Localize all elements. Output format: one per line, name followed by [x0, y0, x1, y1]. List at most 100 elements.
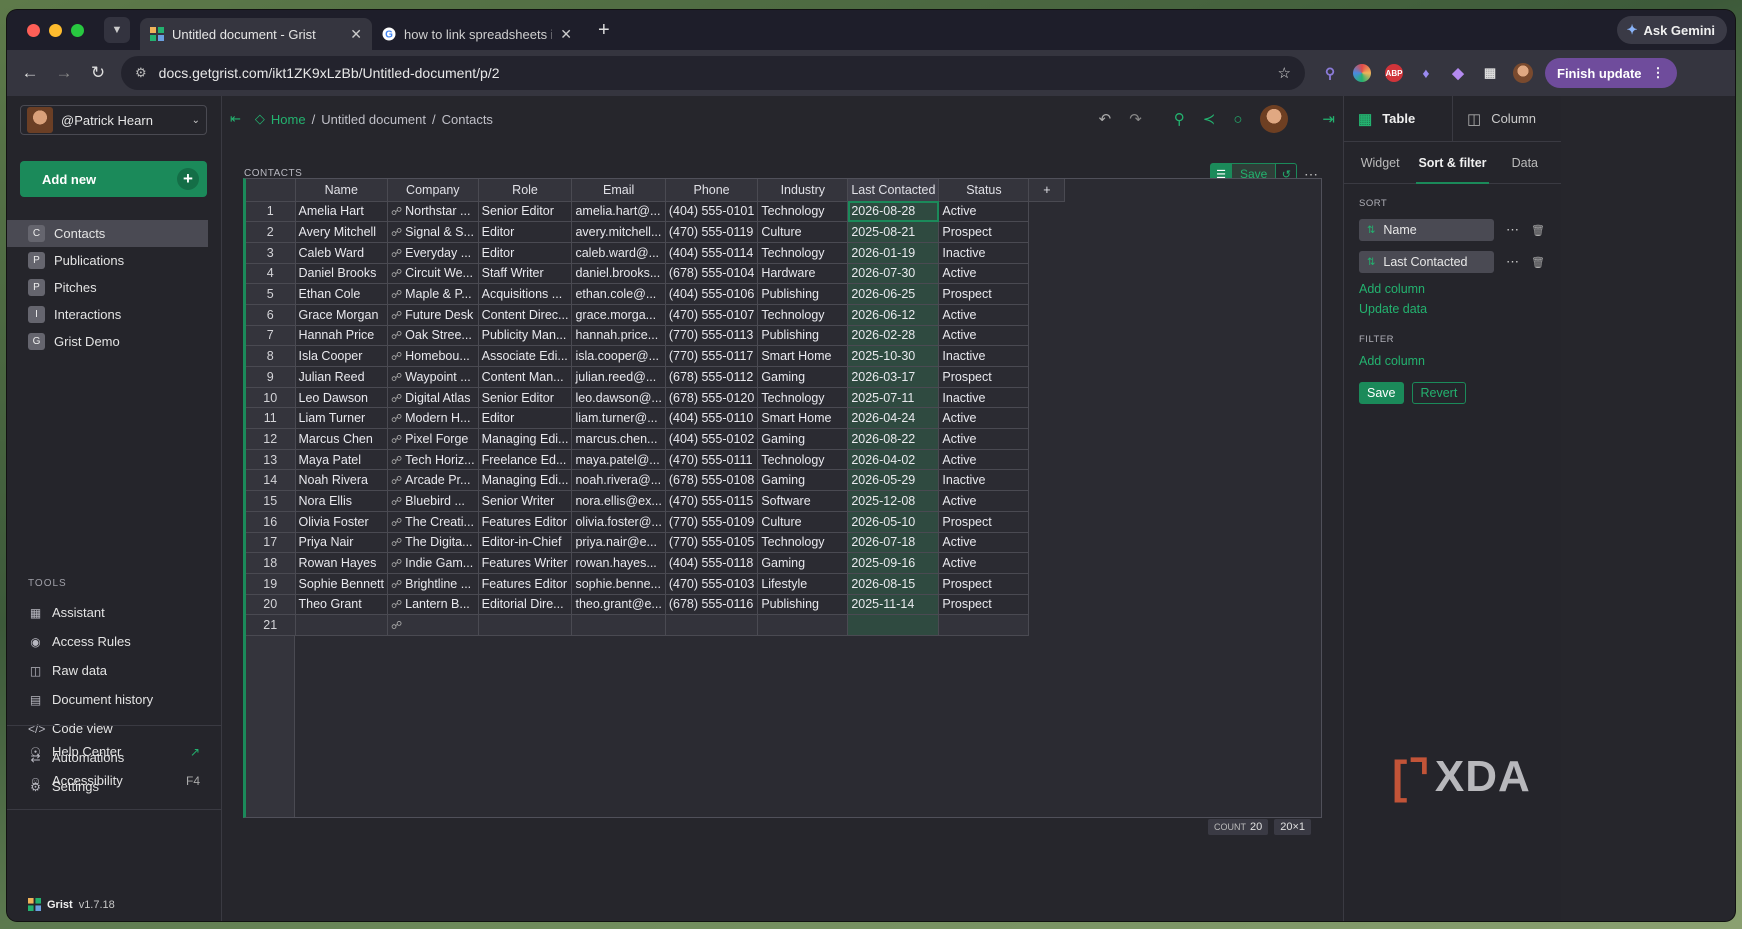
table-cell[interactable]: Prospect: [938, 366, 1030, 388]
revert-button[interactable]: Revert: [1411, 382, 1467, 404]
table-cell[interactable]: ☍: [387, 614, 479, 636]
table-cell[interactable]: Sophie Bennett: [295, 573, 388, 595]
table-cell[interactable]: Active: [938, 552, 1030, 574]
table-cell[interactable]: Amelia Hart: [295, 201, 388, 223]
table-cell[interactable]: caleb.ward@...: [571, 242, 666, 264]
table-cell[interactable]: nora.ellis@ex...: [571, 490, 666, 512]
address-bar[interactable]: ⚙ docs.getgrist.com/ikt1ZK9xLzBb/Untitle…: [121, 56, 1305, 90]
table-cell[interactable]: 2026-06-12: [847, 304, 940, 326]
table-cell[interactable]: (770) 555-0105: [665, 532, 759, 554]
table-cell[interactable]: Julian Reed: [295, 366, 388, 388]
table-cell[interactable]: Caleb Ward: [295, 242, 388, 264]
table-cell[interactable]: (678) 555-0112: [665, 366, 759, 388]
table-cell[interactable]: ☍ Oak Stree...: [387, 325, 479, 347]
tool-access-rules[interactable]: ◉ Access Rules: [7, 627, 222, 656]
table-cell[interactable]: Software: [757, 490, 849, 512]
tab-table[interactable]: ▦ Table: [1344, 96, 1453, 141]
tool-raw-data[interactable]: ◫ Raw data: [7, 656, 222, 685]
breadcrumb-doc[interactable]: Untitled document: [321, 112, 426, 127]
row-number[interactable]: 10: [246, 387, 296, 409]
table-cell[interactable]: Technology: [757, 449, 849, 471]
table-cell[interactable]: Maya Patel: [295, 449, 388, 471]
table-cell[interactable]: Technology: [757, 304, 849, 326]
table-cell[interactable]: Active: [938, 325, 1030, 347]
table-cell[interactable]: Avery Mitchell: [295, 221, 388, 243]
table-cell[interactable]: [665, 614, 759, 636]
tab-column[interactable]: ◫ Column: [1453, 96, 1561, 141]
ask-gemini-button[interactable]: ✦ Ask Gemini: [1616, 16, 1727, 44]
table-cell[interactable]: Prospect: [938, 283, 1030, 305]
column-header[interactable]: Email: [571, 179, 666, 202]
table-cell[interactable]: (678) 555-0120: [665, 387, 759, 409]
table-cell[interactable]: ☍ Circuit We...: [387, 263, 479, 285]
table-cell[interactable]: 2026-08-22: [847, 428, 940, 450]
table-cell[interactable]: Nora Ellis: [295, 490, 388, 512]
user-avatar[interactable]: [1260, 105, 1289, 133]
tab-sort-filter[interactable]: Sort & filter: [1416, 142, 1489, 184]
comments-icon[interactable]: ○: [1233, 111, 1242, 128]
column-header[interactable]: Name: [295, 179, 388, 202]
filter-add-column-link[interactable]: Add column: [1359, 354, 1561, 368]
row-number[interactable]: 5: [246, 283, 296, 305]
table-cell[interactable]: Editor: [478, 221, 573, 243]
tab-search-button[interactable]: ▼: [104, 17, 130, 43]
table-cell[interactable]: (404) 555-0118: [665, 552, 759, 574]
table-cell[interactable]: [847, 614, 940, 636]
table-cell[interactable]: 2025-08-21: [847, 221, 940, 243]
table-cell[interactable]: Technology: [757, 242, 849, 264]
add-new-button[interactable]: Add new +: [20, 161, 207, 197]
page-item-interactions[interactable]: I Interactions: [7, 301, 222, 328]
table-cell[interactable]: noah.rivera@...: [571, 469, 666, 492]
table-cell[interactable]: ethan.cole@...: [571, 283, 666, 305]
row-number[interactable]: 17: [246, 532, 296, 554]
forward-button[interactable]: →: [49, 63, 79, 83]
table-cell[interactable]: Culture: [757, 511, 849, 533]
table-cell[interactable]: avery.mitchell...: [571, 221, 666, 243]
table-cell[interactable]: Rowan Hayes: [295, 552, 388, 574]
table-cell[interactable]: ☍ The Digita...: [387, 532, 479, 554]
table-cell[interactable]: (470) 555-0107: [665, 304, 759, 326]
new-tab-button[interactable]: +: [598, 19, 610, 42]
table-cell[interactable]: (770) 555-0117: [665, 345, 759, 367]
site-info-icon[interactable]: ⚙: [135, 65, 147, 81]
table-cell[interactable]: Inactive: [938, 345, 1030, 367]
table-cell[interactable]: Features Editor: [478, 511, 573, 533]
table-cell[interactable]: ☍ Tech Horiz...: [387, 449, 479, 471]
table-cell[interactable]: Publicity Man...: [478, 325, 573, 347]
table-cell[interactable]: Hannah Price: [295, 325, 388, 347]
table-cell[interactable]: 2026-08-28: [847, 201, 940, 223]
row-number[interactable]: 2: [246, 221, 296, 243]
table-cell[interactable]: Smart Home: [757, 407, 849, 430]
sort-options-icon[interactable]: ⋯: [1506, 222, 1519, 238]
table-cell[interactable]: 2026-02-28: [847, 325, 940, 347]
table-cell[interactable]: Active: [938, 201, 1030, 223]
table-cell[interactable]: (470) 555-0111: [665, 449, 759, 471]
table-cell[interactable]: [757, 614, 849, 636]
table-cell[interactable]: Culture: [757, 221, 849, 243]
table-cell[interactable]: Senior Writer: [478, 490, 573, 512]
table-cell[interactable]: ☍ Everyday ...: [387, 242, 479, 264]
row-number[interactable]: 18: [246, 552, 296, 574]
table-cell[interactable]: Technology: [757, 387, 849, 409]
tab-widget[interactable]: Widget: [1344, 142, 1416, 184]
table-cell[interactable]: Marcus Chen: [295, 428, 388, 450]
open-right-panel-icon[interactable]: ⇥: [1322, 110, 1335, 128]
page-item-grist-demo[interactable]: G Grist Demo: [7, 328, 222, 355]
table-cell[interactable]: isla.cooper@...: [571, 345, 666, 367]
page-item-pitches[interactable]: P Pitches: [7, 274, 222, 301]
table-cell[interactable]: 2026-07-30: [847, 263, 940, 285]
table-cell[interactable]: 2026-04-24: [847, 407, 940, 430]
close-window-button[interactable]: [27, 23, 40, 37]
table-cell[interactable]: Isla Cooper: [295, 345, 388, 367]
row-number[interactable]: 4: [246, 263, 296, 285]
collapse-panel-icon[interactable]: ⇤: [230, 111, 241, 127]
row-number[interactable]: 16: [246, 511, 296, 533]
account-selector[interactable]: @Patrick Hearn ⌄: [20, 105, 207, 135]
table-cell[interactable]: Liam Turner: [295, 407, 388, 430]
table-cell[interactable]: Daniel Brooks: [295, 263, 388, 285]
table-cell[interactable]: (470) 555-0103: [665, 573, 759, 595]
reload-button[interactable]: ↻: [83, 63, 113, 83]
row-number[interactable]: 11: [246, 407, 296, 430]
table-cell[interactable]: Active: [938, 304, 1030, 326]
table-cell[interactable]: Gaming: [757, 469, 849, 492]
